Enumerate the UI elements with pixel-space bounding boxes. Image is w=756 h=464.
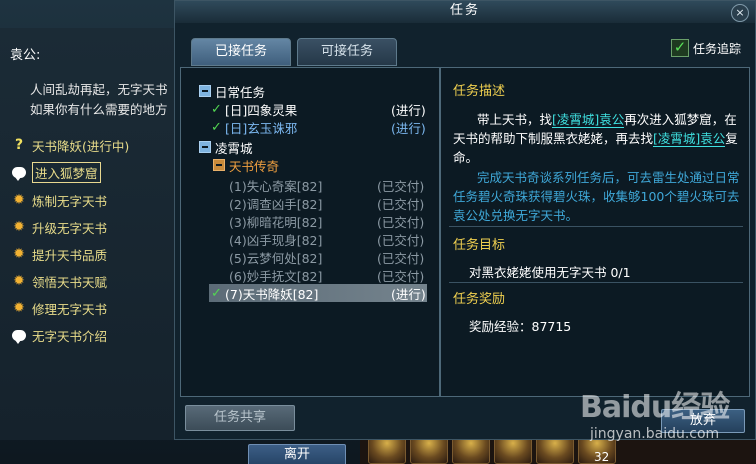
task-detail: 任务描述 带上天书，找[凌霄城]袁公再次进入狐梦窟，在天书的帮助下制服黑衣姥姥，… — [443, 68, 749, 396]
tab-available[interactable]: 可接任务 — [297, 38, 397, 66]
npc-link[interactable]: [凌霄城]袁公 — [552, 112, 625, 128]
gear-icon: ✹ — [13, 300, 25, 316]
task-window: 任务 × 已接任务 可接任务 ✓ 任务追踪 日常任务 ✓ [日]四象灵果 (进行… — [174, 0, 756, 440]
gear-icon: ✹ — [13, 219, 25, 235]
gear-icon: ✹ — [13, 192, 25, 208]
divider — [449, 282, 743, 283]
collapse-icon[interactable] — [199, 141, 211, 153]
speech-bubble-icon — [12, 329, 26, 344]
task-item[interactable]: (1)失心奇案[82] (已交付) — [229, 176, 429, 194]
task-item[interactable]: (4)凶手现身[82] (已交付) — [229, 230, 429, 248]
npc-speech-line: 如果你有什么需要的地方 — [30, 102, 168, 117]
check-icon: ✓ — [211, 285, 222, 301]
group-lingxiao[interactable]: 凌霄城 — [199, 138, 253, 156]
goal-text: 对黑衣姥姥使用无字天书 0/1 — [469, 265, 631, 280]
npc-option-refine[interactable]: ✹ 炼制无字天书 — [10, 190, 107, 210]
npc-option-repair[interactable]: ✹ 修理无字天书 — [10, 298, 107, 318]
task-description-extra: 完成天书奇谈系列任务后，可去雷生处通过日常任务碧火奇珠获得碧火珠，收集够100个… — [453, 170, 740, 223]
task-item[interactable]: ✓ [日]玄玉诛邪 (进行) — [211, 118, 427, 136]
game-screen: 袁公: 人间乱劫再起，无字天书 如果你有什么需要的地方 ? 天书降妖(进行中) … — [0, 0, 756, 464]
check-icon: ✓ — [211, 101, 222, 117]
collapse-icon[interactable] — [213, 159, 225, 171]
skill-count: 32 — [594, 450, 610, 464]
window-title: 任务 — [175, 1, 755, 23]
abandon-task-button[interactable]: 放弃 — [661, 409, 745, 433]
checkbox-checked-icon[interactable]: ✓ — [671, 39, 689, 57]
subgroup-tianshu[interactable]: 天书传奇 — [213, 156, 279, 174]
npc-dialog: 袁公: 人间乱劫再起，无字天书 如果你有什么需要的地方 ? 天书降妖(进行中) … — [0, 28, 191, 440]
desc-title: 任务描述 — [453, 84, 506, 99]
npc-link[interactable]: [凌霄城]袁公 — [653, 131, 726, 147]
npc-option-quest[interactable]: ? 天书降妖(进行中) — [10, 135, 129, 155]
tab-accepted[interactable]: 已接任务 — [191, 38, 291, 66]
task-track-label: 任务追踪 — [693, 41, 742, 56]
npc-option-talent[interactable]: ✹ 领悟天书天赋 — [10, 271, 107, 291]
task-list[interactable]: 日常任务 ✓ [日]四象灵果 (进行) ✓ [日]玄玉诛邪 (进行) 凌霄城 天… — [181, 68, 441, 396]
npc-option-intro[interactable]: 无字天书介绍 — [10, 325, 107, 345]
task-item-selected[interactable]: ✓ (7)天书降妖[82] (进行) — [211, 284, 427, 302]
task-description: 带上天书，找[凌霄城]袁公再次进入狐梦窟，在天书的帮助下制服黑衣姥姥，再去找[凌… — [453, 112, 738, 165]
goal-title: 任务目标 — [453, 238, 506, 253]
npc-option-upgrade[interactable]: ✹ 升级无字天书 — [10, 217, 107, 237]
task-track-toggle[interactable]: ✓ 任务追踪 — [671, 39, 741, 57]
task-item[interactable]: ✓ [日]四象灵果 (进行) — [211, 100, 427, 118]
gear-icon: ✹ — [13, 273, 25, 289]
npc-speech: 人间乱劫再起，无字天书 如果你有什么需要的地方 — [30, 80, 190, 120]
task-item[interactable]: (3)柳暗花明[82] (已交付) — [229, 212, 429, 230]
share-task-button[interactable]: 任务共享 — [185, 405, 295, 431]
close-icon[interactable]: × — [731, 4, 749, 22]
npc-name: 袁公: — [10, 48, 41, 63]
task-item[interactable]: (5)云梦何处[82] (已交付) — [229, 248, 429, 266]
check-icon: ✓ — [211, 119, 222, 135]
npc-option-enter[interactable]: 进入狐梦窟 — [10, 161, 101, 183]
question-icon: ? — [14, 137, 24, 153]
task-item[interactable]: (2)调查凶手[82] (已交付) — [229, 194, 429, 212]
divider — [449, 226, 743, 227]
group-daily[interactable]: 日常任务 — [199, 82, 265, 100]
reward-title: 任务奖励 — [453, 292, 506, 307]
reward-text: 奖励经验：87715 — [469, 319, 572, 334]
collapse-icon[interactable] — [199, 85, 211, 97]
leave-button[interactable]: 离开 — [248, 444, 346, 464]
task-panel: 日常任务 ✓ [日]四象灵果 (进行) ✓ [日]玄玉诛邪 (进行) 凌霄城 天… — [180, 67, 750, 397]
npc-option-quality[interactable]: ✹ 提升天书品质 — [10, 244, 107, 264]
gear-icon: ✹ — [13, 246, 25, 262]
npc-speech-line: 人间乱劫再起，无字天书 — [30, 82, 168, 97]
task-item[interactable]: (6)妙手抚文[82] (已交付) — [229, 266, 429, 284]
speech-bubble-icon — [12, 166, 26, 181]
